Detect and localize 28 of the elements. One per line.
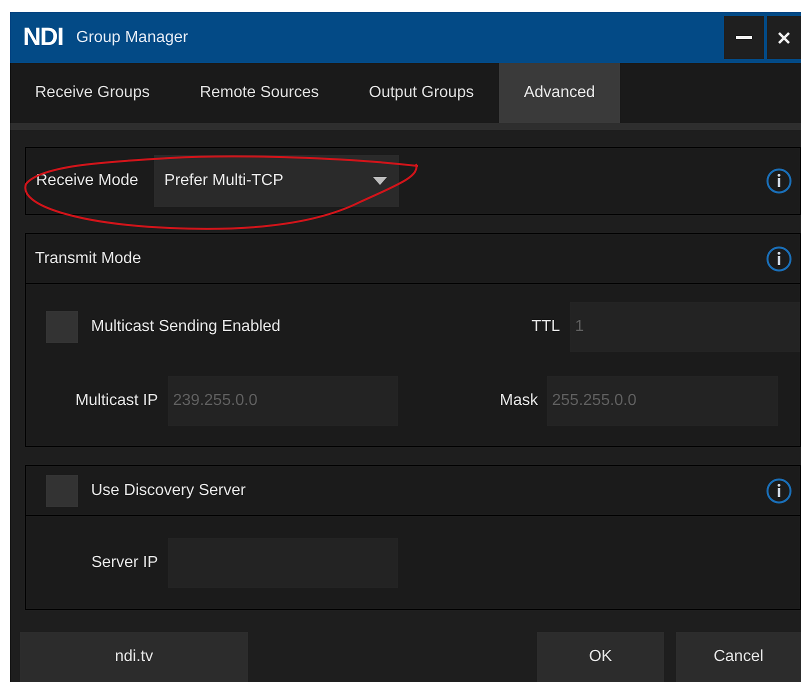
dialog-button[interactable]: OK xyxy=(537,632,664,682)
field-label: Server IP xyxy=(90,553,158,573)
field-label: Use Discovery Server xyxy=(91,480,246,500)
close-icon xyxy=(778,32,790,44)
info-icon[interactable] xyxy=(766,478,792,504)
window-title: Group Manager xyxy=(76,28,188,48)
tab[interactable]: Output Groups xyxy=(344,63,499,123)
minimize-button[interactable] xyxy=(724,16,764,59)
info-icon[interactable] xyxy=(766,246,792,272)
checkbox[interactable] xyxy=(46,474,78,506)
close-button[interactable] xyxy=(767,16,801,59)
tab[interactable]: Remote Sources xyxy=(174,63,344,123)
receive-mode-dropdown[interactable]: Prefer Multi-TCP xyxy=(154,155,400,207)
dialog-button[interactable]: Cancel xyxy=(676,632,801,682)
checkbox[interactable] xyxy=(46,311,78,343)
field-label: Receive Mode xyxy=(36,171,138,191)
field-label: TTL xyxy=(532,317,560,337)
caret-icon xyxy=(373,177,388,185)
section-title: Transmit Mode xyxy=(35,248,142,268)
tab[interactable]: Advanced xyxy=(498,63,620,123)
minimize-icon xyxy=(736,36,752,39)
dialog-button[interactable]: ndi.tv xyxy=(20,632,248,682)
tab[interactable]: Receive Groups xyxy=(10,63,175,123)
field-label: Multicast IP xyxy=(74,391,158,411)
logo: NDI xyxy=(23,22,64,53)
field-label: Mask xyxy=(500,391,538,411)
field-label: Multicast Sending Enabled xyxy=(91,317,280,337)
info-icon[interactable] xyxy=(766,168,792,194)
